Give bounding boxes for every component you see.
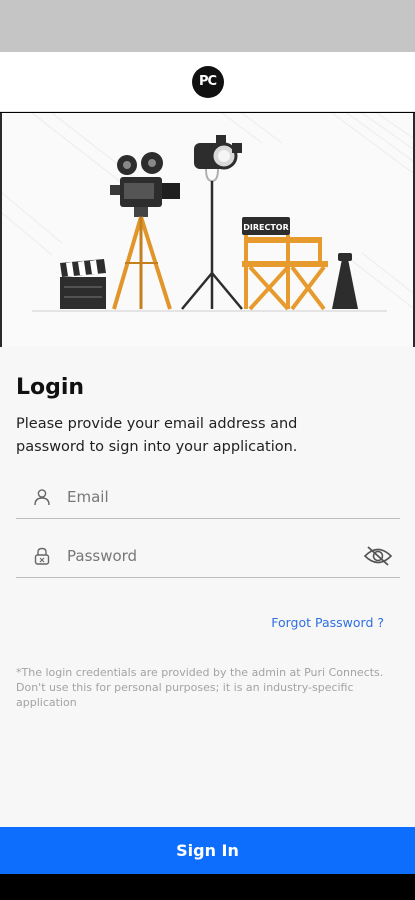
svg-text:DIRECTOR: DIRECTOR xyxy=(243,223,289,232)
app-logo: PC xyxy=(191,65,224,98)
login-description: Please provide your email address and pa… xyxy=(16,416,298,455)
spotlight-icon xyxy=(181,135,243,310)
password-input[interactable] xyxy=(67,534,400,577)
lock-icon xyxy=(32,546,52,566)
director-chair-icon: DIRECTOR xyxy=(242,217,328,311)
clapperboard-icon xyxy=(60,259,106,309)
disclaimer-text: *The login credentials are provided by t… xyxy=(16,666,384,709)
login-panel: Login Please provide your email address … xyxy=(0,347,415,827)
megaphone-icon xyxy=(332,253,358,309)
forgot-password-link[interactable]: Forgot Password ? xyxy=(271,615,384,630)
toggle-password-visibility-icon[interactable] xyxy=(362,543,394,569)
page-title: Login xyxy=(16,375,85,400)
status-bar xyxy=(0,0,415,52)
email-field[interactable] xyxy=(16,475,400,519)
navigation-bar xyxy=(0,874,415,900)
password-field[interactable] xyxy=(16,534,400,578)
sign-in-button[interactable]: Sign In xyxy=(0,827,415,874)
film-camera-icon xyxy=(110,152,180,310)
hero-illustration: DIRECTOR xyxy=(0,113,415,347)
user-icon xyxy=(32,487,52,507)
app-header: PC xyxy=(0,52,415,112)
email-input[interactable] xyxy=(67,475,400,518)
